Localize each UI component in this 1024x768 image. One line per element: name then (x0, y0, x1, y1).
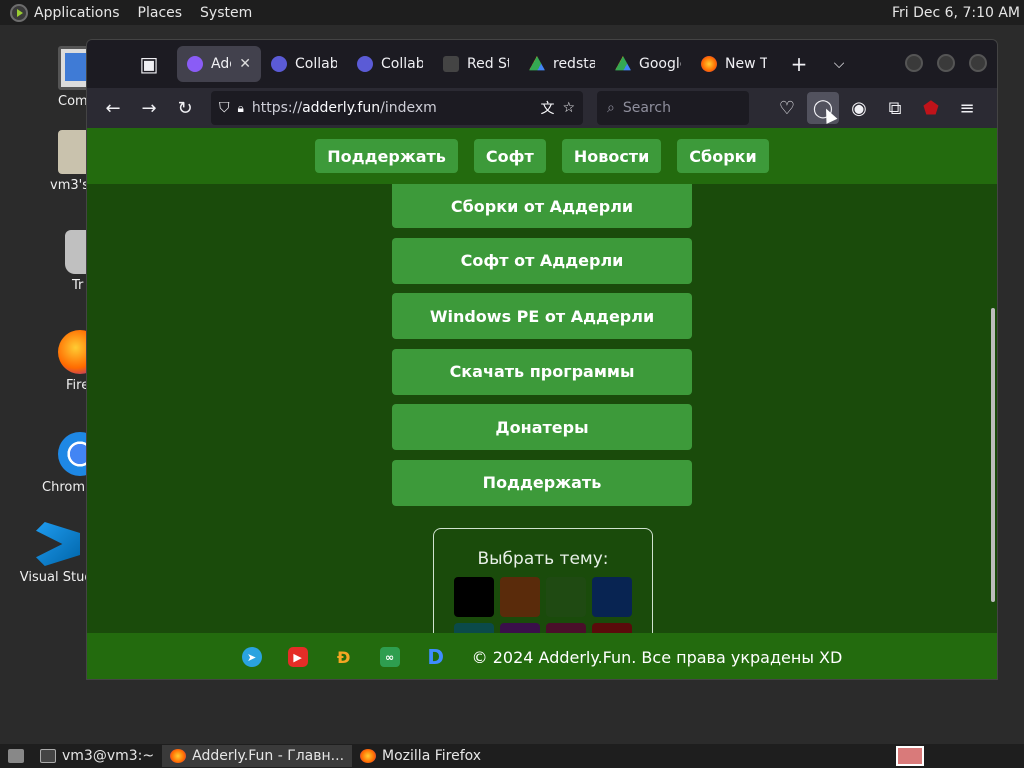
web-page: Поддержать Софт Новости Сборки Сборки от… (87, 128, 997, 679)
tracking-shield-icon[interactable]: ⛉ (219, 100, 230, 116)
youtube-icon[interactable]: ▶ (287, 647, 308, 667)
search-favicon-icon (357, 56, 373, 72)
list-all-tabs-icon[interactable]: ▣ (133, 48, 165, 80)
firefox-window: ▣ Add ✕ Collab Collab Red St redsta Goog… (86, 39, 998, 680)
firefox-icon (360, 749, 377, 763)
search-icon: ⌕ (607, 100, 615, 116)
vscode-icon (36, 522, 80, 566)
header-button-news[interactable]: Новости (561, 139, 662, 173)
forward-arrow-icon[interactable]: → (133, 92, 165, 124)
header-button-support[interactable]: Поддержать (315, 139, 458, 173)
search-bar[interactable]: ⌕ Search (597, 91, 749, 125)
taskbar-item-label: vm3@vm3:~ (62, 748, 155, 764)
url-bar[interactable]: ⛉ 🔒︎ https://adderly.fun/indexm 文 ☆ (211, 91, 583, 125)
tab-google[interactable]: Google (605, 46, 691, 82)
d-logo-icon[interactable]: D (426, 645, 446, 669)
system-menu[interactable]: System (200, 5, 252, 21)
tab-overflow-chevron-icon[interactable]: ⌵ (823, 48, 855, 80)
translate-icon[interactable]: 文 (540, 98, 554, 118)
window-controls (905, 54, 987, 72)
minimize-button[interactable] (905, 54, 923, 72)
tab-bar: ▣ Add ✕ Collab Collab Red St redsta Goog… (87, 40, 997, 88)
tab-adderly[interactable]: Add ✕ (177, 46, 261, 82)
theme-swatch-brown[interactable] (500, 577, 540, 617)
places-menu[interactable]: Places (138, 5, 183, 21)
page-scrollbar[interactable] (991, 308, 995, 602)
tab-red-st[interactable]: Red St (433, 46, 519, 82)
site-header: Поддержать Софт Новости Сборки (87, 128, 997, 184)
tab-title: Google (639, 56, 681, 72)
menu-button-support[interactable]: Поддержать (392, 459, 692, 506)
tab-collab-1[interactable]: Collab (261, 46, 347, 82)
tab-redsta[interactable]: redsta (519, 46, 605, 82)
menu-button-windows-pe[interactable]: Windows PE от Аддерли (392, 293, 692, 339)
bookmark-star-icon[interactable]: ☆ (562, 100, 575, 116)
tab-title: Collab (295, 56, 337, 72)
tab-title: Red St (467, 56, 509, 72)
menu-button-donators[interactable]: Донатеры (392, 404, 692, 450)
taskbar-item-firefox[interactable]: Mozilla Firefox (352, 745, 489, 767)
terminal-favicon-icon (443, 56, 459, 72)
nav-toolbar: ← → ↻ ⛉ 🔒︎ https://adderly.fun/indexm 文 … (87, 88, 997, 128)
drive-favicon-icon (529, 56, 545, 71)
tab-title: redsta (553, 56, 595, 72)
search-favicon-icon (271, 56, 287, 72)
ublock-origin-icon[interactable]: ⬟ (915, 92, 947, 124)
close-window-button[interactable] (969, 54, 987, 72)
header-button-soft[interactable]: Софт (473, 139, 546, 173)
workspace-switcher[interactable] (896, 746, 924, 766)
tab-favicon-icon (187, 56, 203, 72)
url-domain: adderly.fun (302, 100, 381, 116)
taskbar-item-label: Adderly.Fun - Главн... (192, 748, 345, 764)
theme-swatch-black[interactable] (454, 577, 494, 617)
site-footer: ➤ ▶ Ð ∞ D © 2024 Adderly.Fun. Все права … (87, 633, 997, 679)
pocket-icon[interactable]: ♡ (771, 92, 803, 124)
boosty-icon[interactable]: ∞ (379, 647, 400, 667)
reload-icon[interactable]: ↻ (169, 92, 201, 124)
back-arrow-icon[interactable]: ← (97, 92, 129, 124)
firefox-favicon-icon (701, 56, 717, 72)
hamburger-menu-icon[interactable]: ≡ (951, 92, 983, 124)
applications-menu[interactable]: Applications (34, 5, 120, 21)
taskbar-item-terminal[interactable]: vm3@vm3:~ (32, 745, 162, 767)
donationalerts-icon[interactable]: Ð (334, 647, 354, 667)
drive-favicon-icon (615, 56, 631, 71)
footer-copyright: © 2024 Adderly.Fun. Все права украдены X… (471, 647, 843, 667)
taskbar-item-adderly[interactable]: Adderly.Fun - Главн... (162, 745, 353, 767)
theme-swatch-navy[interactable] (592, 577, 632, 617)
url-prefix: https:// (251, 100, 303, 116)
extensions-puzzle-icon[interactable]: ⧉ (879, 92, 911, 124)
taskbar-item-label: Mozilla Firefox (382, 748, 482, 764)
distro-logo-icon[interactable] (10, 3, 28, 22)
tab-title: Add (211, 56, 231, 72)
show-desktop-button[interactable] (0, 745, 32, 767)
theme-swatch-green[interactable] (546, 577, 586, 617)
terminal-icon (40, 749, 56, 763)
tab-new-tab[interactable]: New T (691, 46, 777, 82)
tab-collab-2[interactable]: Collab (347, 46, 433, 82)
clock[interactable]: Fri Dec 6, 7:10 AM (892, 5, 1020, 21)
firefox-icon (170, 749, 187, 763)
header-button-builds[interactable]: Сборки (677, 139, 769, 173)
url-path: /indexm (380, 100, 437, 116)
show-desktop-icon (8, 749, 24, 763)
maximize-button[interactable] (937, 54, 955, 72)
search-placeholder: Search (622, 100, 671, 116)
close-tab-icon[interactable]: ✕ (239, 56, 251, 72)
new-tab-plus-icon[interactable]: + (783, 48, 815, 80)
top-panel: Applications Places System Fri Dec 6, 7:… (0, 0, 1024, 25)
menu-button-download[interactable]: Скачать программы (392, 348, 692, 395)
account-icon[interactable]: ◉ (843, 92, 875, 124)
tab-title: New T (725, 56, 767, 72)
menu-button-builds[interactable]: Сборки от Аддерли (392, 184, 692, 228)
url-text[interactable]: https://adderly.fun/indexm (252, 100, 533, 116)
menu-button-soft[interactable]: Софт от Аддерли (392, 237, 692, 284)
lock-icon[interactable]: 🔒︎ (238, 101, 244, 116)
main-menu-list: Сборки от Аддерли Софт от Аддерли Window… (392, 184, 692, 515)
tab-title: Collab (381, 56, 423, 72)
taskbar: vm3@vm3:~ Adderly.Fun - Главн... Mozilla… (0, 744, 1024, 768)
theme-picker-title: Выбрать тему: (477, 549, 609, 569)
telegram-icon[interactable]: ➤ (241, 647, 262, 667)
